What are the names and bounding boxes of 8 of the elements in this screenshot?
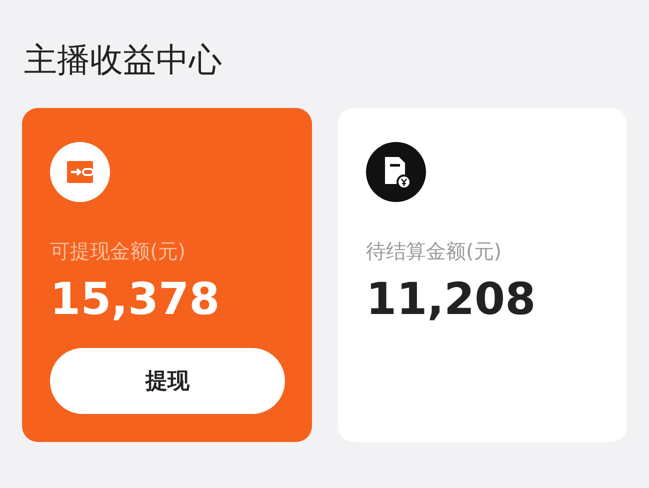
wallet-icon	[50, 142, 110, 202]
document-coin-icon	[366, 142, 426, 202]
page-title: 主播收益中心	[24, 40, 223, 80]
balance-amount: 15,378	[50, 273, 221, 327]
balance-label: 待结算金额(元)	[366, 238, 503, 264]
balance-amount: 11,208	[366, 273, 537, 327]
withdraw-button[interactable]: 提现	[50, 348, 285, 414]
balance-label: 可提现金额(元)	[50, 238, 187, 264]
